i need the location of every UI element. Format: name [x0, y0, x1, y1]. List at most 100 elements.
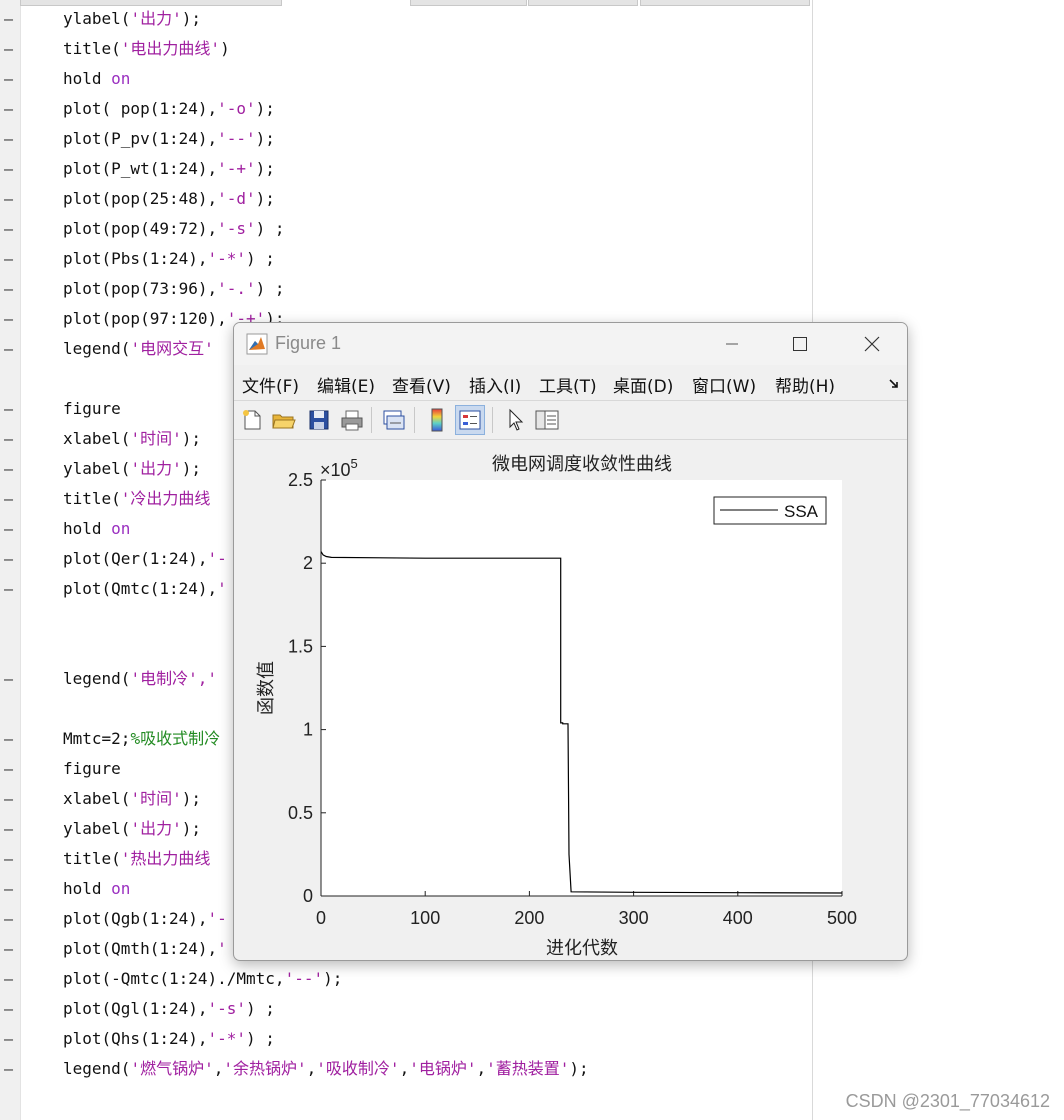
maximize-button[interactable] [772, 323, 828, 365]
breakpoint-marker[interactable]: — [4, 814, 13, 844]
breakpoint-marker[interactable]: — [4, 154, 13, 184]
y-axis-label: 函数值 [256, 661, 277, 715]
code-token: figure [63, 759, 121, 778]
code-line[interactable]: — plot(Pbs(1:24),'-*') ; [0, 244, 812, 274]
breakpoint-marker[interactable]: — [4, 514, 13, 544]
code-token: plot( pop(1:24), [63, 99, 218, 118]
dock-arrow-icon[interactable] [888, 378, 900, 390]
code-text: hold on [63, 64, 130, 94]
new-figure-button[interactable] [237, 405, 267, 435]
breakpoint-marker[interactable]: — [4, 754, 13, 784]
breakpoint-marker[interactable]: — [4, 484, 13, 514]
open-file-button[interactable] [269, 405, 299, 435]
breakpoint-marker[interactable]: — [4, 214, 13, 244]
close-button[interactable] [844, 323, 900, 365]
breakpoint-marker[interactable]: — [4, 574, 13, 604]
string-token: '余热锅炉' [223, 1059, 307, 1078]
breakpoint-marker[interactable]: — [4, 934, 13, 964]
code-text: plot(P_pv(1:24),'--'); [63, 124, 275, 154]
figure-canvas[interactable]: 微电网调度收敛性曲线 ×105 0 100 200 300 400 500 0 0.5 1 1.5… [234, 440, 907, 960]
x-tick-label: 200 [514, 908, 544, 928]
breakpoint-marker[interactable]: — [4, 334, 13, 364]
legend[interactable]: SSA [713, 496, 827, 525]
breakpoint-marker[interactable]: — [4, 994, 13, 1024]
breakpoint-marker[interactable]: — [4, 784, 13, 814]
code-text: title('电出力曲线') [63, 34, 230, 64]
legend-button[interactable] [455, 405, 485, 435]
breakpoint-marker[interactable]: — [4, 304, 13, 334]
toolbar-separator [492, 407, 493, 433]
keyword-token: on [111, 879, 131, 898]
menu-tools[interactable]: 工具(T) [539, 372, 597, 397]
menu-insert[interactable]: 插入(I) [469, 372, 521, 397]
code-text: plot(P_wt(1:24),'-+'); [63, 154, 275, 184]
code-line[interactable]: — plot(-Qmtc(1:24)./Mmtc,'--'); [0, 964, 812, 994]
convergence-chart[interactable]: 微电网调度收敛性曲线 ×105 0 100 200 300 400 500 0 0.5 1 1.5… [234, 440, 907, 960]
string-token: '燃气锅炉' [130, 1059, 214, 1078]
axes-background [321, 480, 842, 896]
code-line[interactable]: — title('电出力曲线') [0, 34, 812, 64]
print-button[interactable] [337, 405, 367, 435]
open-file-icon [272, 414, 296, 429]
breakpoint-marker[interactable]: — [4, 454, 13, 484]
code-text: plot(pop(73:96),'-.') ; [63, 274, 285, 304]
breakpoint-marker[interactable]: — [4, 1024, 13, 1054]
code-token: ); [181, 789, 201, 808]
link-plot-button[interactable] [379, 405, 409, 435]
breakpoint-marker[interactable]: — [4, 184, 13, 214]
window-titlebar[interactable]: Figure 1 [234, 323, 907, 365]
code-text: legend('电制冷',' [63, 664, 217, 694]
pointer-button[interactable] [500, 405, 530, 435]
breakpoint-marker[interactable]: — [4, 4, 13, 34]
breakpoint-marker[interactable]: — [4, 94, 13, 124]
colorbar-button[interactable] [422, 405, 452, 435]
breakpoint-marker[interactable]: — [4, 244, 13, 274]
code-line[interactable]: — hold on [0, 64, 812, 94]
breakpoint-marker[interactable]: — [4, 394, 13, 424]
menu-help[interactable]: 帮助(H) [775, 372, 835, 397]
menu-desktop[interactable]: 桌面(D) [613, 372, 673, 397]
watermark: CSDN @2301_77034612 [845, 1091, 1050, 1111]
code-token: ); [181, 819, 201, 838]
breakpoint-marker[interactable]: — [4, 544, 13, 574]
code-text: plot(Qgl(1:24),'-s') ; [63, 994, 275, 1024]
code-text: xlabel('时间'); [63, 784, 201, 814]
breakpoint-marker[interactable]: — [4, 904, 13, 934]
breakpoint-marker[interactable]: — [4, 34, 13, 64]
menu-window[interactable]: 窗口(W) [692, 372, 756, 397]
code-token: ); [255, 159, 275, 178]
menu-file[interactable]: 文件(F) [242, 372, 299, 397]
x-tick-label: 500 [827, 908, 857, 928]
code-line[interactable]: — plot(P_wt(1:24),'-+'); [0, 154, 812, 184]
breakpoint-marker[interactable]: — [4, 424, 13, 454]
breakpoint-marker[interactable]: — [4, 874, 13, 904]
code-line[interactable]: — plot( pop(1:24),'-o'); [0, 94, 812, 124]
code-line[interactable]: — plot(pop(25:48),'-d'); [0, 184, 812, 214]
minimize-button[interactable] [704, 323, 760, 365]
code-token: plot(Qgb(1:24), [63, 909, 208, 928]
code-line[interactable]: — plot(Qgl(1:24),'-s') ; [0, 994, 812, 1024]
code-line[interactable]: — ylabel('出力'); [0, 4, 812, 34]
code-token: plot(pop(25:48), [63, 189, 218, 208]
breakpoint-marker[interactable]: — [4, 844, 13, 874]
menu-edit[interactable]: 编辑(E) [317, 372, 375, 397]
breakpoint-marker[interactable]: — [4, 1054, 13, 1084]
figure-window[interactable]: Figure 1 文件(F) 编辑(E) 查看(V) 插入(I) 工具(T) 桌… [233, 322, 908, 961]
breakpoint-marker[interactable]: — [4, 964, 13, 994]
menu-view[interactable]: 查看(V) [392, 372, 451, 397]
code-line[interactable]: — plot(Qhs(1:24),'-*') ; [0, 1024, 812, 1054]
code-line[interactable]: — plot(pop(73:96),'-.') ; [0, 274, 812, 304]
breakpoint-marker[interactable]: — [4, 274, 13, 304]
toolbar-separator [414, 407, 415, 433]
breakpoint-marker[interactable]: — [4, 664, 13, 694]
breakpoint-marker[interactable]: — [4, 124, 13, 154]
save-button[interactable] [304, 405, 334, 435]
code-line[interactable]: — legend('燃气锅炉','余热锅炉','吸收制冷','电锅炉','蓄热装置… [0, 1054, 812, 1084]
breakpoint-marker[interactable]: — [4, 724, 13, 754]
property-inspector-button[interactable] [532, 405, 562, 435]
code-line[interactable]: — plot(P_pv(1:24),'--'); [0, 124, 812, 154]
comment-token: %吸收式制冷 [130, 729, 221, 748]
y-tick-label: 2 [303, 553, 313, 573]
breakpoint-marker[interactable]: — [4, 64, 13, 94]
code-line[interactable]: — plot(pop(49:72),'-s') ; [0, 214, 812, 244]
